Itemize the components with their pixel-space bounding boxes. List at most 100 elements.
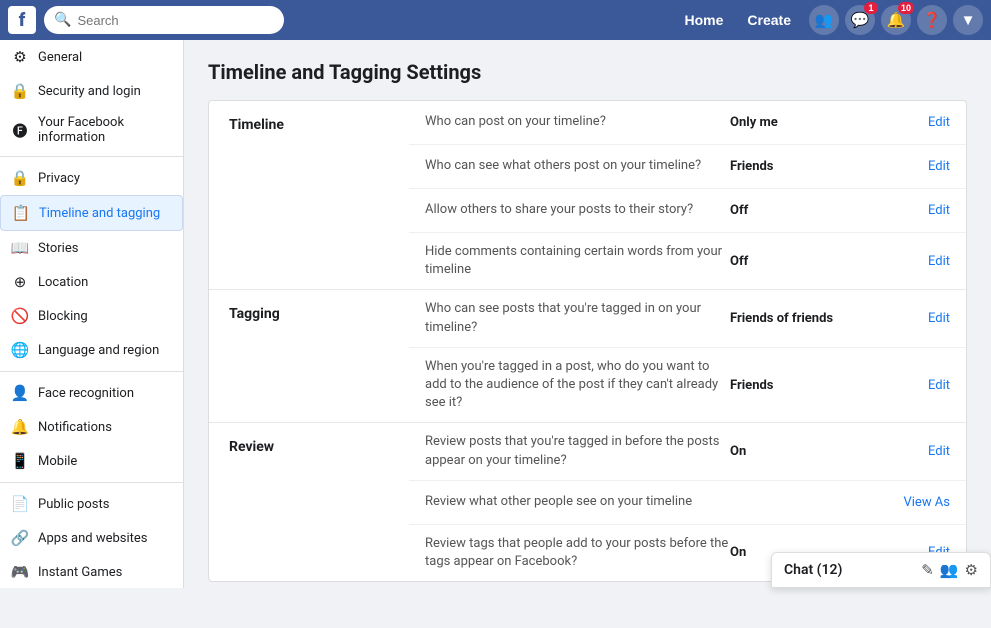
table-row: When you're tagged in a post, who do you… bbox=[409, 348, 966, 423]
section-label: Timeline bbox=[209, 101, 409, 289]
row-value: Friends bbox=[730, 378, 890, 393]
section-label: Review bbox=[209, 423, 409, 581]
main-content: Timeline and Tagging Settings TimelineWh… bbox=[184, 40, 991, 588]
sidebar-divider bbox=[0, 482, 183, 483]
sidebar-item-public-posts[interactable]: 📄Public posts bbox=[0, 487, 183, 521]
edit-link[interactable]: Edit bbox=[928, 254, 950, 269]
sidebar-item-timeline[interactable]: 📋Timeline and tagging bbox=[0, 195, 183, 231]
sidebar-item-stories[interactable]: 📖 Stories bbox=[0, 231, 183, 265]
sidebar-item-privacy[interactable]: 🔒 Privacy bbox=[0, 161, 183, 195]
timeline-icon: 📋 bbox=[11, 203, 31, 223]
row-action[interactable]: Edit bbox=[890, 159, 950, 174]
table-row: Review what other people see on your tim… bbox=[409, 481, 966, 525]
edit-link[interactable]: Edit bbox=[928, 311, 950, 326]
row-value: Off bbox=[730, 203, 890, 218]
sidebar-item-notifications[interactable]: 🔔 Notifications bbox=[0, 410, 183, 444]
privacy-icon: 🔒 bbox=[10, 168, 30, 188]
page-title: Timeline and Tagging Settings bbox=[208, 60, 967, 84]
menu-icon-button[interactable]: ▼ bbox=[953, 5, 983, 35]
row-action[interactable]: Edit bbox=[890, 311, 950, 326]
sidebar-item-blocking[interactable]: 🚫Blocking bbox=[0, 299, 183, 333]
messenger-icon: 💬 bbox=[851, 11, 870, 29]
edit-link[interactable]: Edit bbox=[928, 203, 950, 218]
sidebar-item-label: Privacy bbox=[38, 171, 80, 186]
sidebar-item-label: Notifications bbox=[38, 420, 112, 435]
row-question: Who can see what others post on your tim… bbox=[425, 157, 730, 175]
search-icon: 🔍 bbox=[54, 12, 71, 28]
sidebar-item-instant-games[interactable]: 🎮Instant Games bbox=[0, 555, 183, 588]
row-value: On bbox=[730, 444, 890, 459]
section-label: Tagging bbox=[209, 290, 409, 422]
row-action[interactable]: Edit bbox=[890, 444, 950, 459]
row-action[interactable]: Edit bbox=[890, 203, 950, 218]
sidebar-item-label: Stories bbox=[38, 241, 78, 256]
friends-icon-button[interactable]: 👥 bbox=[809, 5, 839, 35]
row-action[interactable]: Edit bbox=[890, 378, 950, 393]
your-facebook-icon: 🅕 bbox=[10, 120, 30, 140]
sidebar-item-label: Security and login bbox=[38, 84, 141, 99]
notifications-icon: 🔔 bbox=[10, 417, 30, 437]
home-button[interactable]: Home bbox=[675, 8, 734, 32]
table-row: Who can see what others post on your tim… bbox=[409, 145, 966, 189]
chat-settings-button[interactable]: ⚙ bbox=[965, 561, 978, 579]
header-icons: 👥 💬 1 🔔 10 ❓ ▼ bbox=[809, 5, 983, 35]
sidebar-item-language[interactable]: 🌐Language and region bbox=[0, 333, 183, 367]
chat-compose-button[interactable]: ✎ bbox=[921, 561, 934, 579]
sidebar-item-apps[interactable]: 🔗Apps and websites bbox=[0, 521, 183, 555]
help-icon-button[interactable]: ❓ bbox=[917, 5, 947, 35]
chat-label: Chat (12) bbox=[784, 562, 913, 578]
sidebar-item-label: Mobile bbox=[38, 454, 77, 469]
chat-people-button[interactable]: 👥 bbox=[940, 561, 959, 579]
security-icon: 🔒 bbox=[10, 81, 30, 101]
stories-icon: 📖 bbox=[10, 238, 30, 258]
row-action[interactable]: Edit bbox=[890, 115, 950, 130]
sidebar-item-general[interactable]: ⚙ General bbox=[0, 40, 183, 74]
edit-link[interactable]: Edit bbox=[928, 444, 950, 459]
table-row: Who can see posts that you're tagged in … bbox=[409, 290, 966, 347]
sidebar-item-label: Blocking bbox=[38, 309, 88, 324]
sidebar-divider bbox=[0, 156, 183, 157]
sidebar-item-label: Face recognition bbox=[38, 386, 134, 401]
settings-section: TimelineWho can post on your timeline?On… bbox=[209, 101, 966, 290]
row-question: Who can see posts that you're tagged in … bbox=[425, 300, 730, 336]
sidebar-item-your-facebook[interactable]: 🅕Your Facebook information bbox=[0, 108, 183, 152]
chat-bar[interactable]: Chat (12) ✎ 👥 ⚙ bbox=[771, 552, 991, 588]
edit-link[interactable]: Edit bbox=[928, 378, 950, 393]
row-value: Friends bbox=[730, 159, 890, 174]
sidebar-item-label: Apps and websites bbox=[38, 531, 148, 546]
people-icon: 👥 bbox=[815, 11, 834, 29]
notifications-badge: 10 bbox=[898, 2, 914, 14]
search-bar: 🔍 bbox=[44, 6, 284, 34]
sidebar-item-location[interactable]: ⊕Location bbox=[0, 265, 183, 299]
sidebar-item-face[interactable]: 👤Face recognition bbox=[0, 376, 183, 410]
sidebar-item-security[interactable]: 🔒 Security and login bbox=[0, 74, 183, 108]
messenger-badge: 1 bbox=[864, 2, 878, 14]
header: f 🔍 Home Create 👥 💬 1 🔔 10 ❓ ▼ bbox=[0, 0, 991, 40]
table-row: Hide comments containing certain words f… bbox=[409, 233, 966, 289]
edit-link[interactable]: View As bbox=[903, 495, 950, 510]
chat-bar-icons: ✎ 👥 ⚙ bbox=[921, 561, 978, 579]
row-action[interactable]: Edit bbox=[890, 254, 950, 269]
notifications-icon-button[interactable]: 🔔 10 bbox=[881, 5, 911, 35]
row-question: Review posts that you're tagged in befor… bbox=[425, 433, 730, 469]
layout: ⚙ General 🔒 Security and login 🅕Your Faceboo… bbox=[0, 40, 991, 588]
instant-games-icon: 🎮 bbox=[10, 562, 30, 582]
settings-section: Tagging Who can see posts that you're tag… bbox=[209, 290, 966, 423]
general-icon: ⚙ bbox=[10, 47, 30, 67]
search-input[interactable] bbox=[77, 13, 274, 28]
edit-link[interactable]: Edit bbox=[928, 115, 950, 130]
sidebar-item-label: Language and region bbox=[38, 343, 159, 358]
messenger-icon-button[interactable]: 💬 1 bbox=[845, 5, 875, 35]
sidebar-item-mobile[interactable]: 📱Mobile bbox=[0, 444, 183, 478]
sidebar-item-label: Public posts bbox=[38, 497, 109, 512]
sidebar: ⚙ General 🔒 Security and login 🅕Your Faceboo… bbox=[0, 40, 184, 588]
sidebar-item-label: General bbox=[38, 50, 82, 65]
header-nav: Home Create bbox=[675, 8, 802, 32]
create-button[interactable]: Create bbox=[737, 8, 801, 32]
sidebar-item-label: Location bbox=[38, 275, 88, 290]
section-rows: Who can post on your timeline?Only meEdi… bbox=[409, 101, 966, 289]
row-action[interactable]: View As bbox=[890, 495, 950, 510]
row-question: Review what other people see on your tim… bbox=[425, 493, 730, 511]
edit-link[interactable]: Edit bbox=[928, 159, 950, 174]
table-row: Who can post on your timeline?Only meEdi… bbox=[409, 101, 966, 145]
